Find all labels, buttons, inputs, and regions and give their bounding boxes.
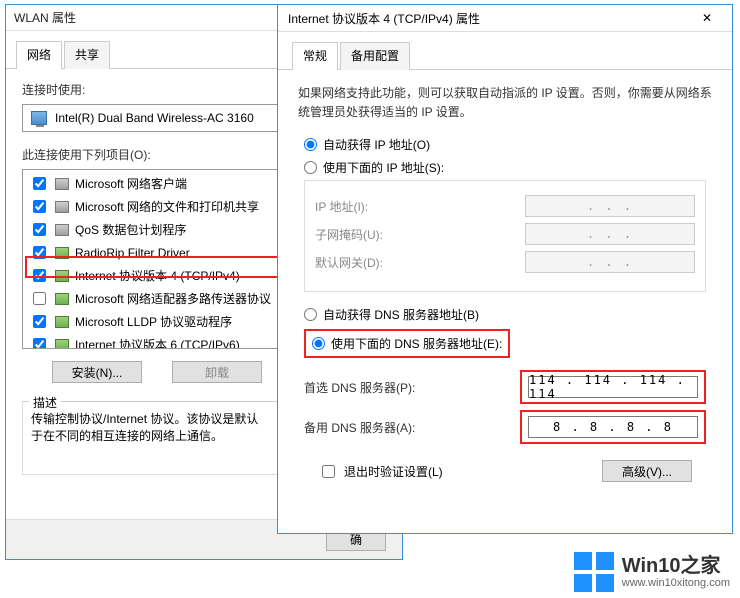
watermark: Win10之家 www.win10xitong.com <box>574 552 730 592</box>
item-label: Internet 协议版本 6 (TCP/IPv6) <box>75 336 240 349</box>
item-checkbox[interactable] <box>33 315 46 328</box>
protocol-icon <box>55 270 69 282</box>
dns1-input[interactable]: 114 . 114 . 114 . 114 <box>528 376 698 398</box>
item-label: Microsoft 网络适配器多路传送器协议 <box>75 290 271 307</box>
validate-label: 退出时验证设置(L) <box>344 463 443 480</box>
validate-checkbox-row[interactable]: 退出时验证设置(L) <box>318 462 443 481</box>
radio-ip-manual[interactable] <box>304 161 317 174</box>
ipv4-title: Internet 协议版本 4 (TCP/IPv4) 属性 <box>288 10 480 27</box>
ip-address-input: . . . <box>525 195 695 217</box>
item-label: QoS 数据包计划程序 <box>75 221 186 238</box>
adapter-name: Intel(R) Dual Band Wireless-AC 3160 <box>55 111 254 125</box>
radio-dns-auto[interactable] <box>304 308 317 321</box>
radio-ip-manual-label: 使用下面的 IP 地址(S): <box>323 159 444 176</box>
radio-ip-auto-row[interactable]: 自动获得 IP 地址(O) <box>304 136 706 153</box>
item-label: Microsoft 网络客户端 <box>75 175 187 192</box>
ipv4-info-text: 如果网络支持此功能，则可以获取自动指派的 IP 设置。否则，你需要从网络系统管理… <box>298 84 712 122</box>
description-legend: 描述 <box>29 394 61 411</box>
item-checkbox[interactable] <box>33 269 46 282</box>
item-checkbox[interactable] <box>33 292 46 305</box>
item-checkbox[interactable] <box>33 200 46 213</box>
highlight-dns1: 114 . 114 . 114 . 114 <box>520 370 706 404</box>
highlight-dns2: 8 . 8 . 8 . 8 <box>520 410 706 444</box>
dns1-label: 首选 DNS 服务器(P): <box>304 379 415 396</box>
item-checkbox[interactable] <box>33 338 46 349</box>
tab-share[interactable]: 共享 <box>64 41 110 69</box>
radio-ip-auto[interactable] <box>304 138 317 151</box>
watermark-url: www.win10xitong.com <box>622 577 730 589</box>
uninstall-button: 卸载 <box>172 361 262 383</box>
highlight-dns-manual: 使用下面的 DNS 服务器地址(E): <box>304 329 510 358</box>
tab-network[interactable]: 网络 <box>16 41 62 69</box>
dns2-label: 备用 DNS 服务器(A): <box>304 419 415 436</box>
install-button[interactable]: 安装(N)... <box>52 361 142 383</box>
radio-dns-manual[interactable] <box>312 337 325 350</box>
radio-dns-auto-label: 自动获得 DNS 服务器地址(B) <box>323 306 479 323</box>
protocol-icon <box>55 178 69 190</box>
tab-general[interactable]: 常规 <box>292 42 338 70</box>
ip-fields-frame: IP 地址(I): . . . 子网掩码(U): . . . 默认网关(D): . .… <box>304 180 706 292</box>
ipv4-tabs: 常规 备用配置 <box>278 32 732 70</box>
radio-dns-manual-row[interactable]: 使用下面的 DNS 服务器地址(E): <box>312 335 502 352</box>
radio-ip-auto-label: 自动获得 IP 地址(O) <box>323 136 430 153</box>
radio-dns-auto-row[interactable]: 自动获得 DNS 服务器地址(B) <box>304 306 706 323</box>
tab-alternate[interactable]: 备用配置 <box>340 42 410 70</box>
protocol-icon <box>55 316 69 328</box>
item-label: Microsoft 网络的文件和打印机共享 <box>75 198 259 215</box>
item-checkbox[interactable] <box>33 177 46 190</box>
protocol-icon <box>55 224 69 236</box>
dns-fields-frame: 首选 DNS 服务器(P): 114 . 114 . 114 . 114 备用 … <box>304 356 706 444</box>
gateway-label: 默认网关(D): <box>315 254 383 271</box>
subnet-mask-input: . . . <box>525 223 695 245</box>
radio-ip-manual-row[interactable]: 使用下面的 IP 地址(S): <box>304 159 706 176</box>
gateway-input: . . . <box>525 251 695 273</box>
subnet-mask-label: 子网掩码(U): <box>315 226 383 243</box>
validate-checkbox[interactable] <box>322 465 335 478</box>
item-label: RadioRip Filter Driver <box>75 246 190 260</box>
protocol-icon <box>55 201 69 213</box>
item-checkbox[interactable] <box>33 223 46 236</box>
close-button[interactable]: ✕ <box>692 8 722 28</box>
protocol-icon <box>55 247 69 259</box>
advanced-button[interactable]: 高级(V)... <box>602 460 692 482</box>
radio-dns-manual-label: 使用下面的 DNS 服务器地址(E): <box>331 335 502 352</box>
ipv4-properties-dialog: Internet 协议版本 4 (TCP/IPv4) 属性 ✕ 常规 备用配置 … <box>277 4 733 534</box>
watermark-brand: Win10之家 <box>622 555 730 577</box>
windows-logo-icon <box>574 552 614 592</box>
item-checkbox[interactable] <box>33 246 46 259</box>
adapter-icon <box>31 111 47 125</box>
item-label: Internet 协议版本 4 (TCP/IPv4) <box>75 267 240 284</box>
protocol-icon <box>55 293 69 305</box>
dns2-input[interactable]: 8 . 8 . 8 . 8 <box>528 416 698 438</box>
close-icon: ✕ <box>702 11 712 25</box>
wlan-title: WLAN 属性 <box>14 9 76 26</box>
item-label: Microsoft LLDP 协议驱动程序 <box>75 313 232 330</box>
protocol-icon <box>55 339 69 350</box>
ipv4-titlebar[interactable]: Internet 协议版本 4 (TCP/IPv4) 属性 ✕ <box>278 5 732 32</box>
ip-address-label: IP 地址(I): <box>315 198 368 215</box>
